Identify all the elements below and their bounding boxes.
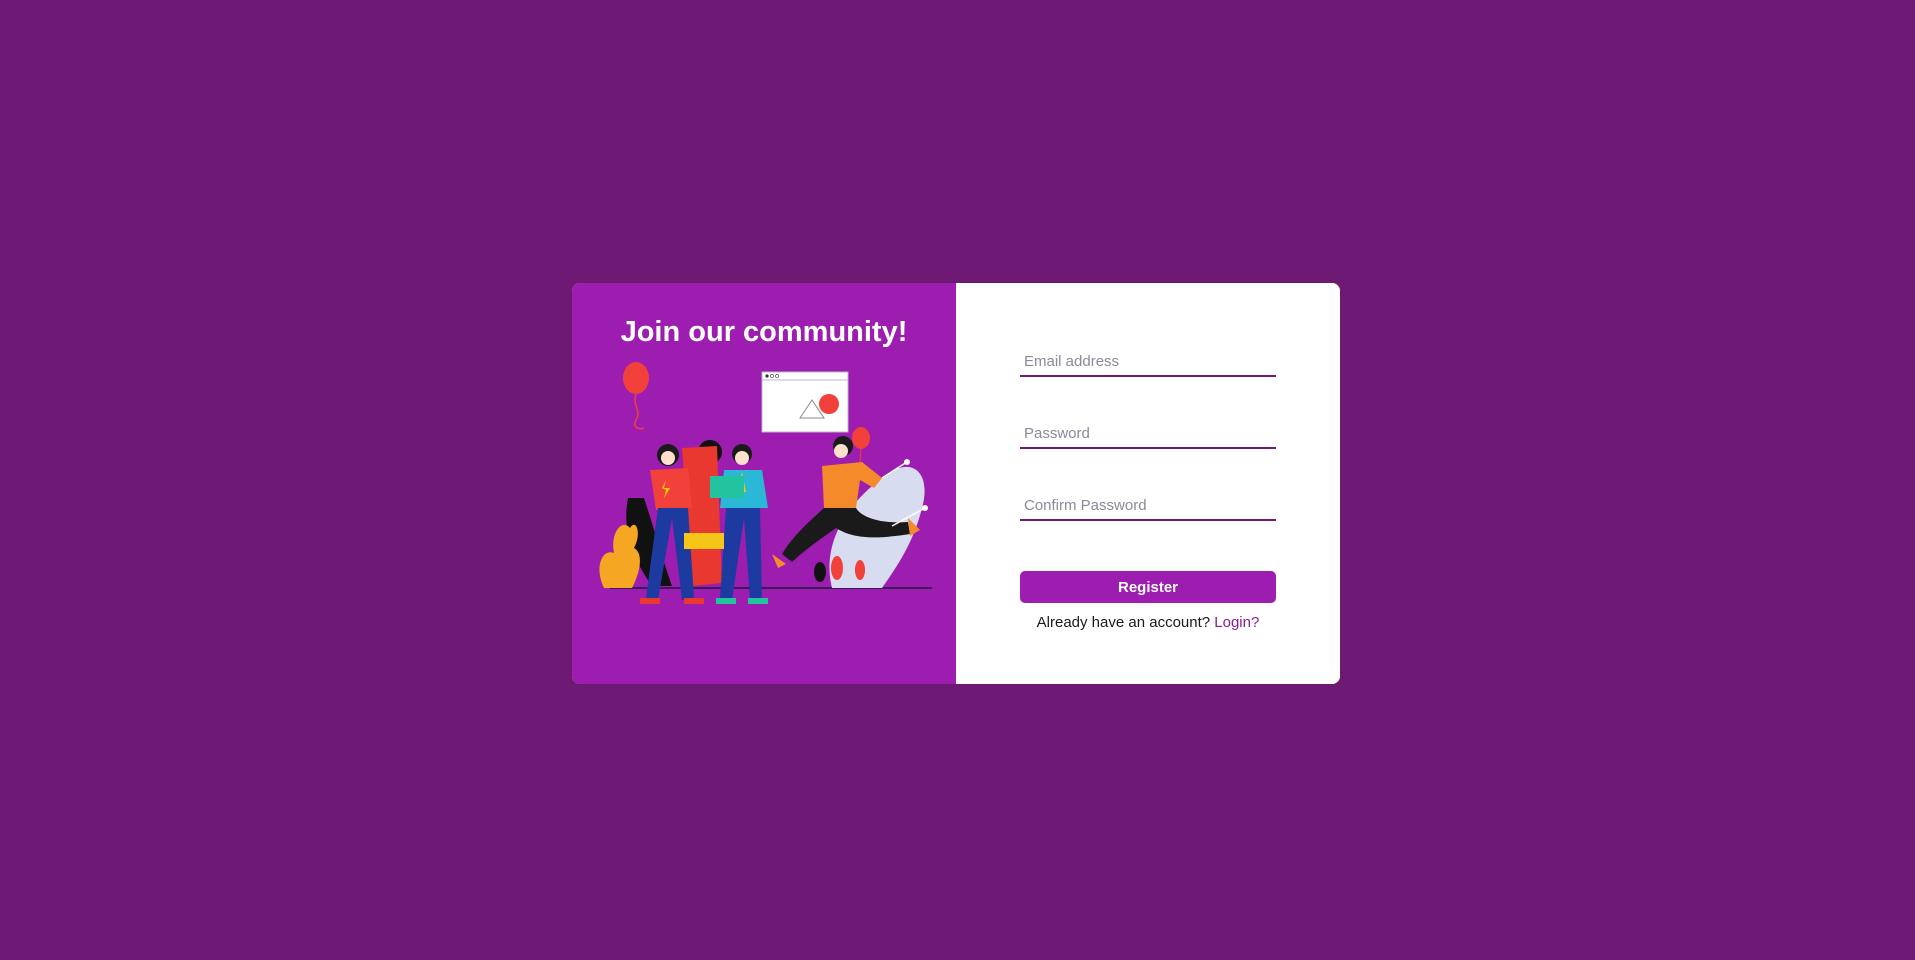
register-card: Join our community! Email address Regist…	[572, 283, 1340, 684]
register-button[interactable]: Register	[1020, 571, 1276, 603]
login-link[interactable]: Login?	[1214, 614, 1259, 631]
login-prompt-line: Already have an account? Login?	[1020, 614, 1276, 631]
confirm-password-input[interactable]	[1020, 491, 1276, 521]
hero-panel: Join our community!	[572, 283, 956, 684]
hero-title: Join our community!	[620, 316, 908, 348]
people-celebrating-illustration	[599, 362, 932, 604]
password-input[interactable]	[1020, 419, 1276, 449]
login-prompt-text: Already have an account?	[1036, 614, 1211, 631]
register-form: Register Already have an account? Login?	[956, 283, 1340, 684]
email-input[interactable]	[1020, 347, 1276, 377]
